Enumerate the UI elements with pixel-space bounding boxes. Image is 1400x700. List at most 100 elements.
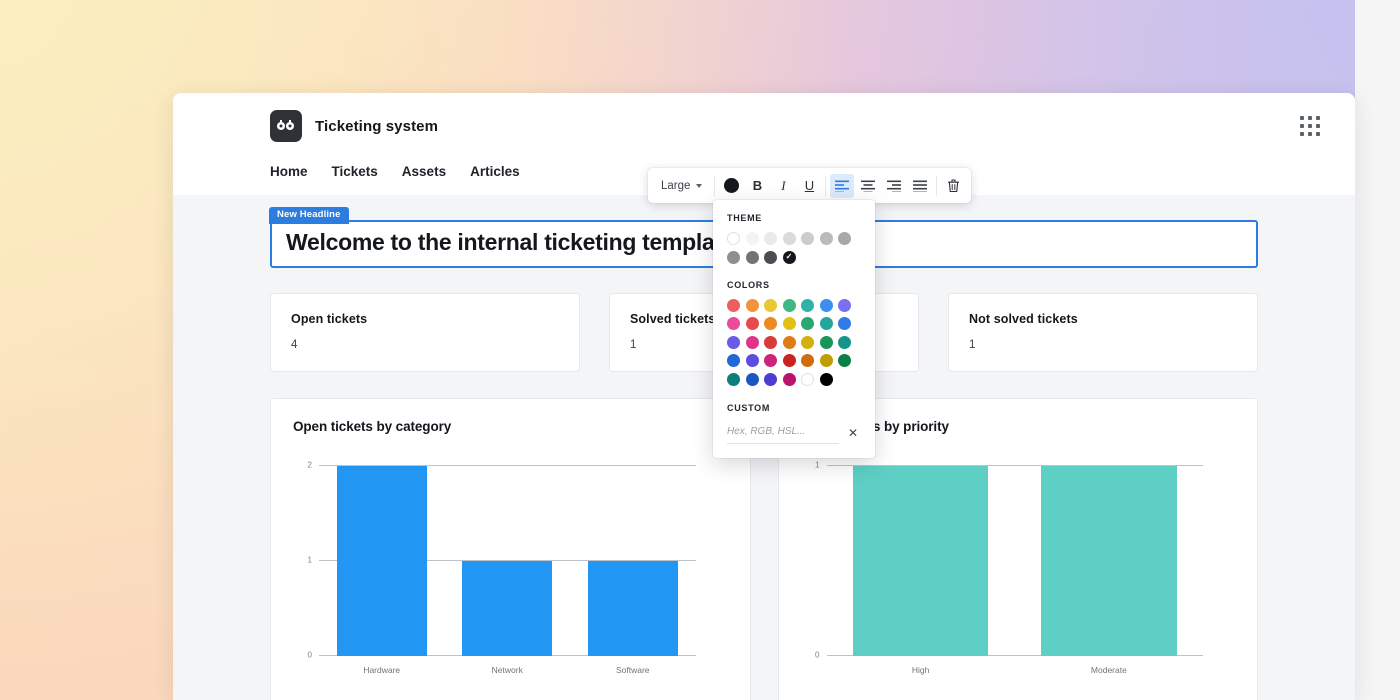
- color-swatch-5[interactable]: [820, 299, 833, 312]
- theme-swatch-9[interactable]: [764, 251, 777, 264]
- color-swatch-33[interactable]: [820, 373, 833, 386]
- custom-section-label: CUSTOM: [727, 403, 861, 413]
- grid-dot: [1300, 124, 1304, 128]
- chart-bar[interactable]: [462, 561, 552, 656]
- underline-button[interactable]: U: [797, 174, 821, 198]
- stat-title: Not solved tickets: [969, 312, 1237, 326]
- stat-card-open-tickets[interactable]: Open tickets 4: [270, 293, 580, 372]
- theme-swatch-0[interactable]: [727, 232, 740, 245]
- text-format-toolbar: Large B I U: [648, 168, 971, 203]
- color-swatch-18[interactable]: [801, 336, 814, 349]
- theme-swatch-3[interactable]: [783, 232, 796, 245]
- color-swatch-15[interactable]: [746, 336, 759, 349]
- toolbar-divider: [714, 176, 715, 196]
- nav-item-tickets[interactable]: Tickets: [332, 164, 394, 179]
- font-size-dropdown[interactable]: Large: [653, 180, 711, 192]
- color-swatch-19[interactable]: [820, 336, 833, 349]
- color-swatch-4[interactable]: [801, 299, 814, 312]
- color-swatch-25[interactable]: [801, 354, 814, 367]
- grid-dot: [1308, 116, 1312, 120]
- color-swatch-2[interactable]: [764, 299, 777, 312]
- app-logo-icon: [270, 110, 302, 142]
- color-picker-popover: THEME ✓ COLORS CUSTOM ✕: [713, 200, 875, 458]
- toolbar-divider: [825, 176, 826, 196]
- color-swatch-23[interactable]: [764, 354, 777, 367]
- bar-slot: [570, 466, 696, 656]
- colors-section-label: COLORS: [727, 280, 861, 290]
- grid-dot: [1300, 132, 1304, 136]
- color-swatch-10[interactable]: [783, 317, 796, 330]
- color-swatch-31[interactable]: [783, 373, 796, 386]
- italic-button[interactable]: I: [771, 174, 795, 198]
- stat-value: 4: [291, 339, 559, 351]
- theme-swatch-5[interactable]: [820, 232, 833, 245]
- custom-color-input[interactable]: [727, 422, 839, 444]
- theme-swatch-10[interactable]: ✓: [783, 251, 796, 264]
- theme-section-label: THEME: [727, 213, 861, 223]
- y-axis-tick: 1: [815, 461, 819, 470]
- theme-swatch-8[interactable]: [746, 251, 759, 264]
- color-swatch-24[interactable]: [783, 354, 796, 367]
- bar-slot: [445, 466, 571, 656]
- color-swatch-22[interactable]: [746, 354, 759, 367]
- theme-swatch-2[interactable]: [764, 232, 777, 245]
- brand-name: Ticketing system: [315, 118, 438, 135]
- nav-item-articles[interactable]: Articles: [470, 164, 536, 179]
- color-swatch-30[interactable]: [764, 373, 777, 386]
- custom-color-row: ✕: [727, 422, 861, 444]
- chart-card-open-tickets-by-category: Open tickets by category 012HardwareNetw…: [270, 398, 751, 700]
- align-right-button[interactable]: [882, 174, 906, 198]
- color-swatch-32[interactable]: [801, 373, 814, 386]
- color-swatch-21[interactable]: [727, 354, 740, 367]
- delete-button[interactable]: [941, 174, 965, 198]
- color-swatch-13[interactable]: [838, 317, 851, 330]
- color-swatch-0[interactable]: [727, 299, 740, 312]
- x-axis-labels: HighModerate: [827, 665, 1204, 675]
- nav-item-assets[interactable]: Assets: [402, 164, 462, 179]
- grid-dot: [1316, 116, 1320, 120]
- x-axis-tick: High: [827, 665, 1015, 675]
- chart-bars: [827, 466, 1204, 656]
- chart-bar[interactable]: [337, 466, 427, 656]
- color-swatch-7[interactable]: [727, 317, 740, 330]
- stat-card-not-solved-tickets[interactable]: Not solved tickets 1: [948, 293, 1258, 372]
- apps-grid-icon[interactable]: [1297, 113, 1323, 139]
- color-swatch-3[interactable]: [783, 299, 796, 312]
- color-swatch-27[interactable]: [838, 354, 851, 367]
- theme-swatch-7[interactable]: [727, 251, 740, 264]
- grid-dot: [1316, 132, 1320, 136]
- grid-dot: [1316, 124, 1320, 128]
- align-left-button[interactable]: [830, 174, 854, 198]
- color-swatch-17[interactable]: [783, 336, 796, 349]
- color-swatch-26[interactable]: [820, 354, 833, 367]
- color-swatch-12[interactable]: [820, 317, 833, 330]
- chart-bar[interactable]: [1041, 466, 1177, 656]
- grid-dot: [1308, 132, 1312, 136]
- grid-dot: [1308, 124, 1312, 128]
- color-swatch-6[interactable]: [838, 299, 851, 312]
- close-icon[interactable]: ✕: [845, 425, 861, 441]
- color-swatch-28[interactable]: [727, 373, 740, 386]
- color-swatch-8[interactable]: [746, 317, 759, 330]
- bar-slot: [1015, 466, 1203, 656]
- color-swatch-11[interactable]: [801, 317, 814, 330]
- color-swatch-16[interactable]: [764, 336, 777, 349]
- color-swatch-20[interactable]: [838, 336, 851, 349]
- grid-dot: [1300, 116, 1304, 120]
- align-center-button[interactable]: [856, 174, 880, 198]
- x-axis-labels: HardwareNetworkSoftware: [319, 665, 696, 675]
- theme-swatch-6[interactable]: [838, 232, 851, 245]
- nav-item-home[interactable]: Home: [270, 164, 324, 179]
- align-justify-button[interactable]: [908, 174, 932, 198]
- color-swatch-14[interactable]: [727, 336, 740, 349]
- color-swatch-9[interactable]: [764, 317, 777, 330]
- chart-bar[interactable]: [588, 561, 678, 656]
- theme-swatch-1[interactable]: [746, 232, 759, 245]
- bold-button[interactable]: B: [745, 174, 769, 198]
- text-color-button[interactable]: [719, 174, 743, 198]
- chart-bar[interactable]: [853, 466, 989, 656]
- y-axis-tick: 1: [308, 556, 312, 565]
- color-swatch-1[interactable]: [746, 299, 759, 312]
- theme-swatch-4[interactable]: [801, 232, 814, 245]
- color-swatch-29[interactable]: [746, 373, 759, 386]
